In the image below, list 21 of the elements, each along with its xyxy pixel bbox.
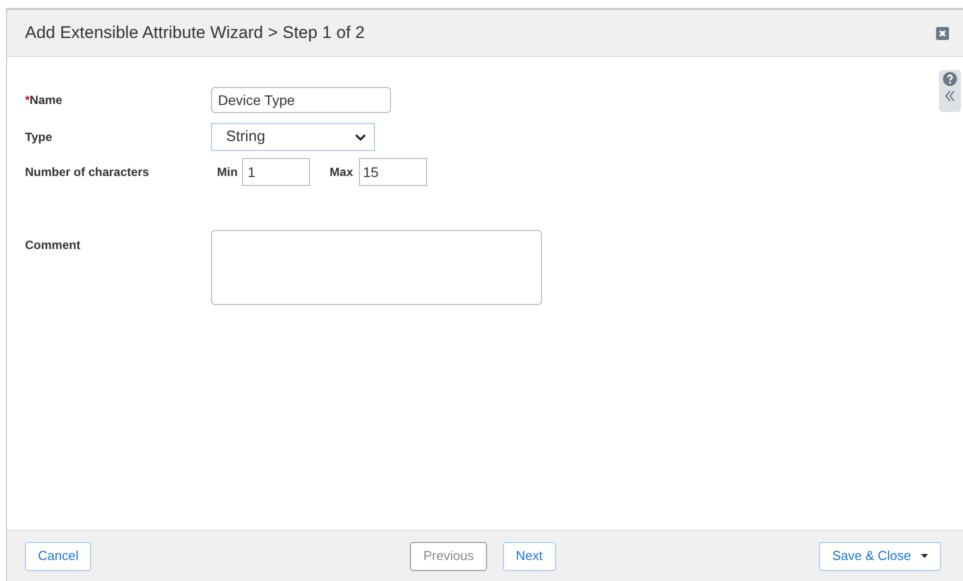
min-field[interactable]: 1	[242, 158, 310, 186]
next-button[interactable]: Next	[502, 542, 556, 570]
name-field[interactable]: Device Type	[211, 87, 391, 113]
collapse-icon[interactable]	[944, 89, 956, 103]
caret-icon	[921, 554, 928, 558]
max-field[interactable]: 15	[359, 158, 428, 186]
comment-field[interactable]	[211, 230, 542, 305]
name-label: Name	[30, 92, 62, 109]
min-label: Min	[217, 164, 238, 181]
cancel-button[interactable]: Cancel	[25, 542, 92, 570]
close-icon[interactable]	[936, 26, 949, 40]
chevron-down-icon	[355, 134, 366, 140]
characters-label: Number of characters	[25, 164, 150, 181]
save-close-button[interactable]: Save & Close	[819, 542, 941, 570]
required-mark: *	[25, 92, 30, 109]
help-icon[interactable]	[943, 72, 957, 86]
comment-label: Comment	[25, 237, 82, 254]
dialog-title: Add Extensible Attribute Wizard > Step 1 of 2	[25, 22, 365, 44]
type-label: Type	[25, 129, 54, 146]
max-label: Max	[330, 164, 354, 181]
type-dropdown[interactable]: String	[211, 123, 375, 151]
